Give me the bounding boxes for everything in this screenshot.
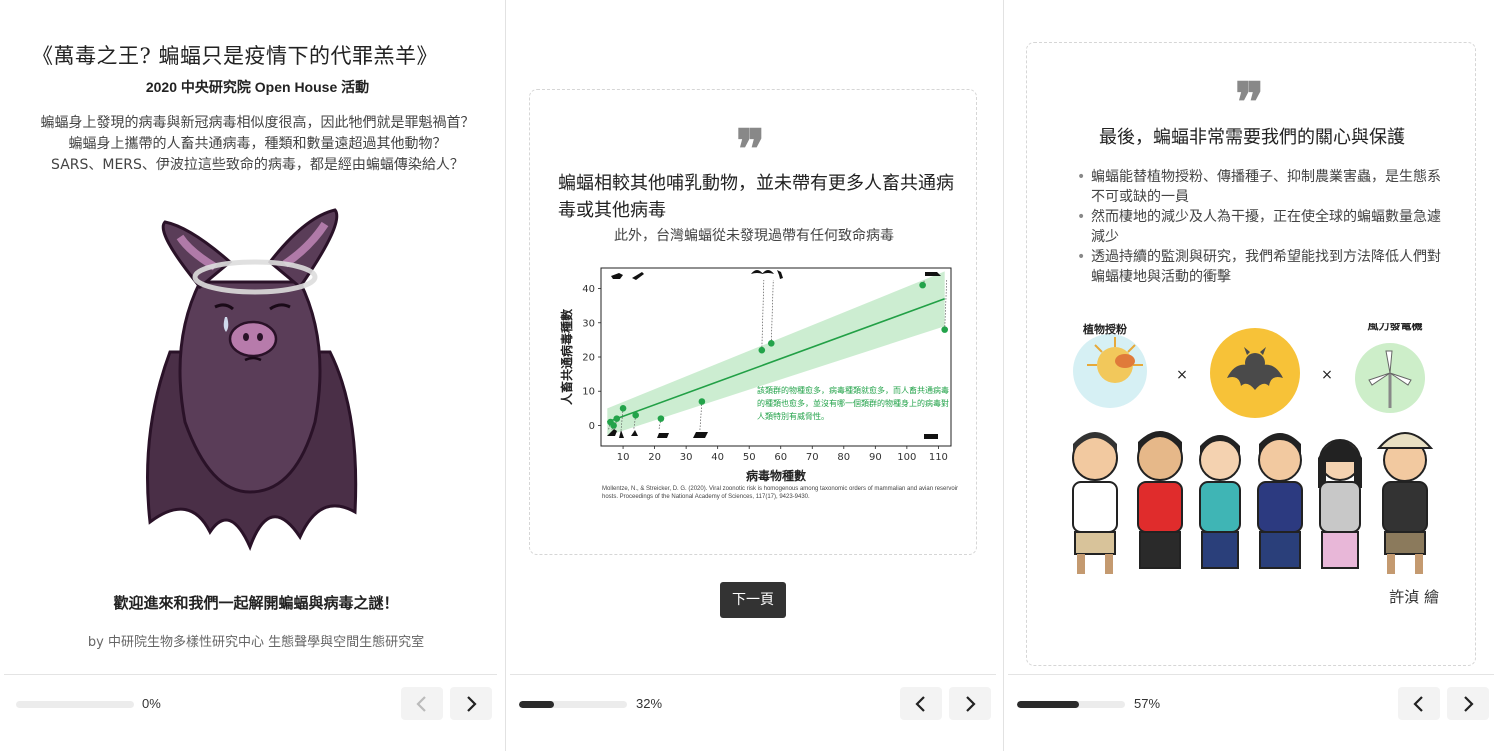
prev-button[interactable]	[401, 687, 443, 720]
y-tick-label: 10	[582, 387, 595, 398]
progress-bar	[16, 701, 134, 708]
data-point	[619, 405, 627, 412]
intro-line: 蝙蝠身上攜帶的人畜共通病毒，種類和數量遠超過其他動物？	[68, 136, 447, 152]
next-page-button[interactable]: 下一頁	[720, 582, 786, 618]
data-point	[657, 415, 665, 422]
x-tick-label: 90	[869, 452, 882, 463]
x-tick-label: 100	[897, 452, 916, 463]
data-point	[758, 346, 766, 354]
x-tick-label: 40	[711, 452, 724, 463]
quote-icon: ❞	[1235, 70, 1265, 134]
progress-bar	[1017, 701, 1125, 708]
x-axis-label: 病毒物種數	[746, 468, 806, 483]
chevron-left-icon	[1413, 695, 1423, 712]
chart-citation: Mollentze, N., & Streicker, D. G. (2020)…	[602, 486, 959, 500]
bullet-item: 透過持續的監測與研究，我們希望能找到方法降低人們對蝙蝠棲地與活動的衝擊	[1077, 247, 1452, 287]
bullet-list: 蝙蝠能替植物授粉、傳播種子、抑制農業害蟲，是生態系不可或缺的一員 然而棲地的減少…	[1077, 167, 1452, 287]
slide-panel-intro: 《萬毒之王? 蝙蝠只是疫情下的代罪羔羊》 2020 中央研究院 Open Hou…	[0, 0, 503, 751]
x-tick-label: 10	[617, 452, 630, 463]
slide-panel-chart: ❞ 蝙蝠相較其他哺乳動物，並未帶有更多人畜共通病毒或其他病毒 此外，台灣蝙蝠從未…	[505, 0, 1002, 751]
quote-card: ❞ 蝙蝠相較其他哺乳動物，並未帶有更多人畜共通病毒或其他病毒 此外，台灣蝙蝠從未…	[529, 89, 977, 555]
data-point	[632, 411, 639, 419]
progress-fill	[1017, 701, 1079, 708]
multiply-sign: ×	[1176, 367, 1188, 383]
quote-icon: ❞	[736, 117, 766, 181]
multiply-sign: ×	[1321, 367, 1333, 383]
progress-percent: 32%	[636, 696, 663, 711]
progress-fill	[519, 701, 554, 708]
y-tick-label: 40	[582, 284, 595, 295]
data-point	[941, 326, 948, 333]
wind-turbine-badge: 風力發電機	[1355, 323, 1425, 413]
data-point	[698, 398, 706, 405]
quote-heading: 蝙蝠相較其他哺乳動物，並未帶有更多人畜共通病毒或其他病毒	[558, 173, 954, 221]
slide-title: 《萬毒之王? 蝙蝠只是疫情下的代罪羔羊》	[32, 44, 438, 68]
slide-footer: 32%	[510, 674, 996, 751]
data-point	[919, 281, 926, 289]
prev-button[interactable]	[900, 687, 942, 720]
progress-bar	[519, 701, 627, 708]
zoonotic-scatter-chart: 10 20 30 40 50 60 70 80 90 100 110 0 10 20 30 40 人畜共通病…	[559, 267, 952, 483]
chart-annotation: 該類群的物種愈多，病毒種類就愈多，而人畜共通病毒的種類也愈多，並沒有哪一個類群的…	[757, 386, 949, 421]
chevron-right-icon	[966, 695, 976, 712]
quote-card: ❞ 最後，蝙蝠非常需要我們的關心與保護 蝙蝠能替植物授粉、傳播種子、抑制農業害蟲…	[1026, 42, 1476, 666]
pollination-badge: 植物授粉	[1073, 323, 1147, 408]
chevron-left-icon	[416, 695, 426, 712]
slide-footer: 57%	[1008, 674, 1494, 751]
x-tick-label: 110	[929, 452, 948, 463]
bullet-item: 然而棲地的減少及人為干擾，正在使全球的蝙蝠數量急遽減少	[1077, 207, 1452, 247]
data-point	[767, 340, 775, 347]
quote-heading: 最後，蝙蝠非常需要我們的關心與保護	[1099, 127, 1405, 148]
data-point	[613, 415, 621, 422]
progress-percent: 57%	[1134, 696, 1161, 711]
slide-footer: 0%	[4, 674, 497, 751]
intro-questions: 蝙蝠身上發現的病毒與新冠病毒相似度很高，因此牠們就是罪魁禍首？ 蝙蝠身上攜帶的人…	[0, 113, 515, 176]
x-tick-label: 70	[806, 452, 819, 463]
researchers-illustration: 植物授粉 × 蝙蝠 × 風力發電機	[1072, 323, 1434, 574]
badge-label: 植物授粉	[1082, 323, 1127, 336]
y-tick-label: 20	[582, 353, 595, 364]
chevron-left-icon	[915, 695, 925, 712]
progress-percent: 0%	[142, 696, 161, 711]
x-tick-label: 20	[648, 452, 661, 463]
researcher-figures	[1072, 431, 1434, 574]
badge-label: 風力發電機	[1368, 323, 1423, 332]
badge-label: 蝙蝠	[1244, 323, 1266, 324]
sad-bat-illustration	[146, 208, 358, 552]
chevron-right-icon	[467, 695, 477, 712]
x-tick-label: 50	[743, 452, 756, 463]
quote-subheading: 此外，台灣蝙蝠從未發現過帶有任何致命病毒	[614, 228, 894, 244]
illustrator-credit: 許湞 繪	[1389, 588, 1439, 606]
welcome-message: 歡迎進來和我們一起解開蝙蝠與病毒之謎！	[113, 594, 399, 612]
intro-line: 蝙蝠身上發現的病毒與新冠病毒相似度很高，因此牠們就是罪魁禍首？	[40, 115, 475, 131]
bat-badge: 蝙蝠	[1210, 323, 1300, 418]
intro-line: SARS、MERS、伊波拉這些致命的病毒，都是經由蝙蝠傳染給人？	[51, 157, 464, 173]
byline: by 中研院生物多樣性研究中心 生態聲學與空間生態研究室	[87, 635, 425, 650]
next-button[interactable]	[450, 687, 492, 720]
bullet-item: 蝙蝠能替植物授粉、傳播種子、抑制農業害蟲，是生態系不可或缺的一員	[1077, 167, 1452, 207]
x-tick-label: 80	[837, 452, 850, 463]
x-tick-label: 30	[680, 452, 693, 463]
data-point	[610, 422, 617, 429]
slide-panel-conclusion: ❞ 最後，蝙蝠非常需要我們的關心與保護 蝙蝠能替植物授粉、傳播種子、抑制農業害蟲…	[1003, 0, 1500, 751]
chevron-right-icon	[1464, 695, 1474, 712]
prev-button[interactable]	[1398, 687, 1440, 720]
slide-subtitle: 2020 中央研究院 Open House 活動	[145, 79, 370, 95]
y-tick-label: 30	[582, 318, 595, 329]
x-tick-label: 60	[774, 452, 787, 463]
next-button[interactable]	[949, 687, 991, 720]
next-button[interactable]	[1447, 687, 1489, 720]
y-tick-label: 0	[589, 421, 595, 432]
y-axis-label: 人畜共通病毒種數	[559, 309, 574, 405]
